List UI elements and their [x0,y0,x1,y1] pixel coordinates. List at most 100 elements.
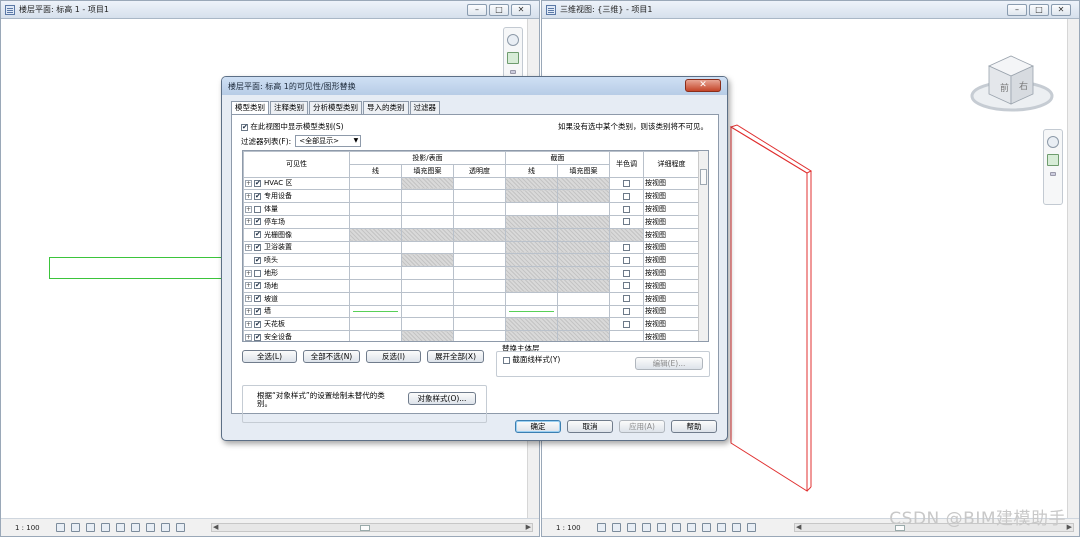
transparency-cell[interactable] [453,266,506,280]
halftone-checkbox[interactable] [623,205,630,213]
projection-lines-cell[interactable] [349,304,402,319]
temporary-hide-icon[interactable] [716,523,726,532]
invert-selection-button[interactable]: 反选(I) [366,350,421,363]
halftone-cell[interactable] [609,189,644,204]
cut-patterns-cell[interactable] [557,291,610,306]
halftone-cell[interactable] [609,176,644,191]
dialog-close-button[interactable]: ✕ [685,79,721,92]
halftone-cell[interactable] [609,278,644,293]
lock-3d-view-icon[interactable] [701,523,711,532]
projection-patterns-cell[interactable] [401,304,454,319]
projection-patterns-cell[interactable] [401,189,454,204]
halftone-checkbox[interactable] [623,192,630,200]
category-visibility-checkbox[interactable] [254,217,261,226]
close-button[interactable]: ✕ [511,4,531,16]
viewcube[interactable]: 前 右 [969,46,1055,118]
category-visibility-checkbox[interactable] [254,243,261,251]
expand-icon[interactable]: + [245,243,252,251]
cut-lines-cell[interactable] [505,304,558,319]
category-cell[interactable]: + 天花板 [243,317,350,332]
minimize-button[interactable]: – [467,4,487,16]
expand-icon[interactable]: + [245,282,252,290]
steering-wheel-icon[interactable] [507,34,519,46]
category-cell[interactable]: + 场地 [243,278,350,293]
category-cell[interactable]: 喷头 [243,253,350,268]
detail-level-cell[interactable]: 按视图 [643,253,700,268]
render-icon[interactable] [656,523,666,532]
halftone-cell[interactable] [609,304,644,319]
table-row[interactable]: + 停车场 按视图 [243,214,700,229]
tab-annotation-categories[interactable]: 注释类别 [270,101,308,114]
category-cell[interactable]: + HVAC 区 [243,176,350,191]
visual-style-icon[interactable] [611,523,621,532]
projection-patterns-cell[interactable] [401,266,454,280]
shadows-icon[interactable] [641,523,651,532]
shadows-icon[interactable] [100,523,110,532]
tab-filters[interactable]: 过滤器 [409,101,440,114]
expand-icon[interactable]: + [245,307,252,315]
projection-lines-cell[interactable] [349,317,402,332]
transparency-cell[interactable] [453,176,506,191]
3d-view-titlebar[interactable]: 三维视图: {三维} - 项目1 – □ ✕ [542,1,1079,19]
reveal-hidden-icon[interactable] [160,523,170,532]
category-visibility-checkbox[interactable] [254,320,261,328]
halftone-cell[interactable] [609,266,644,280]
detail-level-cell[interactable]: 按视图 [643,330,700,341]
projection-lines-cell[interactable] [349,214,402,229]
category-cell[interactable]: + 安全设备 [243,330,350,341]
projection-lines-cell[interactable] [349,266,402,280]
table-row[interactable]: + 坡道 按视图 [243,291,700,306]
cut-lines-cell[interactable] [505,291,558,306]
halftone-checkbox[interactable] [623,256,630,264]
expand-icon[interactable]: + [245,333,252,341]
transparency-cell[interactable] [453,317,506,332]
detail-level-cell[interactable]: 按视图 [643,202,700,216]
halftone-cell[interactable] [609,202,644,216]
transparency-cell[interactable] [453,253,506,268]
expand-icon[interactable]: + [245,320,252,328]
object-styles-button[interactable]: 对象样式(O)... [408,392,476,405]
help-button[interactable]: 帮助 [671,420,717,433]
transparency-cell[interactable] [453,304,506,319]
filter-list-dropdown[interactable]: <全部显示> [295,135,362,147]
category-cell[interactable]: + 停车场 [243,214,350,229]
table-scrollbar[interactable] [698,151,708,341]
category-visibility-checkbox[interactable] [254,192,261,200]
halftone-checkbox[interactable] [623,218,630,226]
halftone-cell[interactable] [609,291,644,306]
sun-path-icon[interactable] [85,523,95,532]
wall-3d-element[interactable] [727,121,817,496]
table-row[interactable]: +墙按视图 [243,304,700,319]
category-visibility-checkbox[interactable] [254,205,261,213]
table-row[interactable]: + 卫浴装置 按视图 [243,240,700,255]
projection-lines-cell[interactable] [349,253,402,268]
projection-lines-cell[interactable] [349,278,402,293]
apply-button[interactable]: 应用(A) [619,420,665,433]
table-row[interactable]: + 专用设备 按视图 [243,189,700,204]
category-visibility-checkbox[interactable] [254,333,261,341]
detail-level-cell[interactable]: 按视图 [643,291,700,306]
column-visibility[interactable]: 可见性 [243,151,350,178]
table-row[interactable]: + 场地 按视图 [243,278,700,293]
select-all-button[interactable]: 全选(L) [242,350,297,363]
projection-patterns-cell[interactable] [401,202,454,216]
detail-level-cell[interactable]: 按视图 [643,278,700,293]
halftone-checkbox[interactable] [623,295,630,303]
category-visibility-checkbox[interactable] [254,269,261,277]
dialog-titlebar[interactable]: 楼层平面: 标高 1的可见性/图形替换 ✕ [222,77,727,95]
crop-view-icon[interactable] [671,523,681,532]
vertical-scrollbar[interactable] [1067,19,1079,518]
show-categories-checkbox[interactable] [241,123,248,131]
cut-line-styles-option[interactable]: 截面线样式(Y) [503,354,560,365]
halftone-checkbox[interactable] [623,320,630,328]
detail-level-cell[interactable]: 按视图 [643,304,700,319]
halftone-checkbox[interactable] [623,179,630,187]
transparency-cell[interactable] [453,214,506,229]
projection-lines-cell[interactable] [349,202,402,216]
table-row[interactable]: 喷头 按视图 [243,253,700,268]
halftone-cell[interactable] [609,214,644,229]
steering-wheel-icon[interactable] [1047,136,1059,148]
crop-view-icon[interactable] [115,523,125,532]
cut-patterns-cell[interactable] [557,202,610,216]
edit-button[interactable]: 编辑(E)... [635,357,703,370]
